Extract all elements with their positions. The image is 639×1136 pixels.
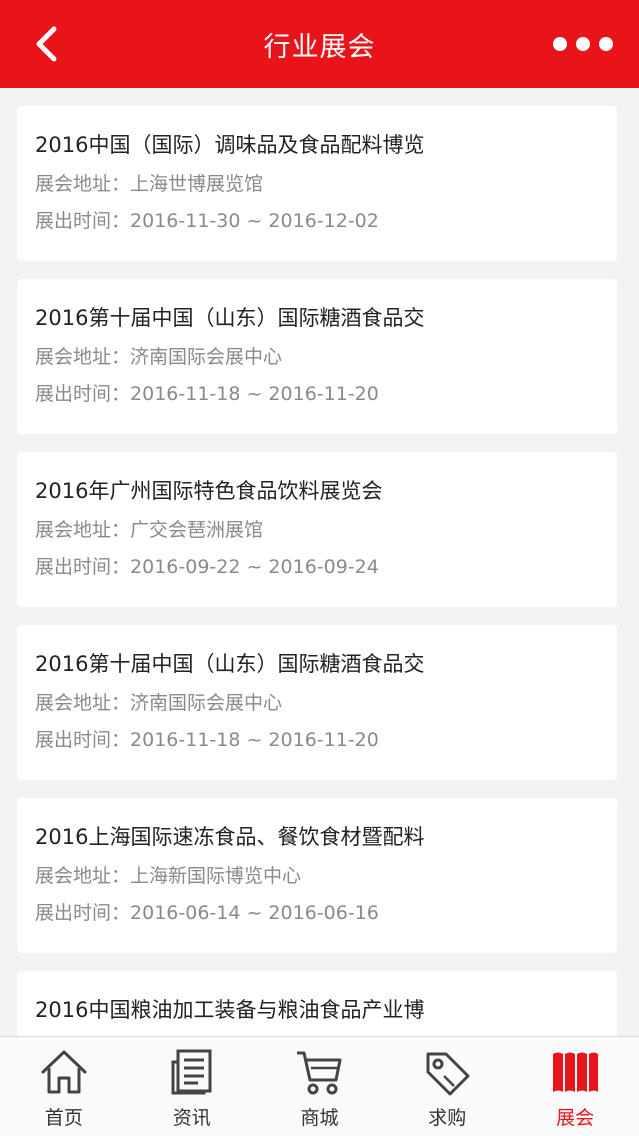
exhibition-time: 2016-11-18 ~ 2016-11-20 <box>130 729 379 751</box>
exhibition-name: 2016中国（国际）调味品及食品配料博览 <box>35 133 425 157</box>
tab-exhibition[interactable]: 展会 <box>511 1037 639 1136</box>
bottom-tab-bar: 首页 资讯 商城 求购 展会 <box>0 1036 639 1136</box>
exhibition-address: 济南国际会展中心 <box>130 346 283 368</box>
exhibition-address: 上海新国际博览中心 <box>130 865 302 887</box>
exhibition-time: 2016-06-14 ~ 2016-06-16 <box>130 902 379 924</box>
address-label: 展会地址： <box>35 346 131 368</box>
more-dots-icon <box>576 37 590 51</box>
exhibition-address: 广交会琶洲展馆 <box>130 519 264 541</box>
exhibition-address-row: 展会地址：济南国际会展中心 <box>35 685 617 722</box>
tab-label: 展会 <box>556 1107 595 1129</box>
address-label: 展会地址： <box>35 519 131 541</box>
home-icon <box>38 1047 90 1097</box>
exhibition-time-row: 展出时间：2016-06-14 ~ 2016-06-16 <box>35 895 617 932</box>
tab-label: 求购 <box>428 1107 467 1129</box>
exhibition-address: 济南国际会展中心 <box>130 692 283 714</box>
exhibition-list[interactable]: 2016中国（国际）调味品及食品配料博览 展会地址：上海世博展览馆 展出时间：2… <box>0 88 639 1036</box>
exhibition-time-row: 展出时间：2016-11-18 ~ 2016-11-20 <box>35 722 617 759</box>
top-nav-bar: 行业展会 <box>0 0 639 88</box>
address-label: 展会地址： <box>35 173 131 195</box>
chevron-left-icon <box>36 26 57 62</box>
exhibition-name: 2016第十届中国（山东）国际糖酒食品交 <box>35 306 425 330</box>
more-button[interactable] <box>553 22 613 66</box>
news-icon <box>166 1047 218 1097</box>
tab-label: 商城 <box>300 1107 339 1129</box>
more-dots-icon <box>553 37 567 51</box>
address-label: 展会地址： <box>35 692 131 714</box>
tab-label: 资讯 <box>172 1107 211 1129</box>
exhibition-address-row: 展会地址：上海世博展览馆 <box>35 166 617 203</box>
exhibition-time: 2016-11-18 ~ 2016-11-20 <box>130 383 379 405</box>
more-dots-icon <box>599 37 613 51</box>
exhibition-time-row: 展出时间：2016-11-30 ~ 2016-12-02 <box>35 203 617 240</box>
back-button[interactable] <box>26 22 66 66</box>
exhibition-address-row: 展会地址：济南国际会展中心 <box>35 339 617 376</box>
exhibition-time: 2016-11-30 ~ 2016-12-02 <box>130 210 379 232</box>
exhibition-name: 2016中国粮油加工装备与粮油食品产业博 <box>35 998 425 1022</box>
tab-label: 首页 <box>44 1107 83 1129</box>
exhibition-card[interactable]: 2016上海国际速冻食品、餐饮食材暨配料 展会地址：上海新国际博览中心 展出时间… <box>17 798 617 953</box>
time-label: 展出时间： <box>35 210 131 232</box>
exhibition-time-row: 展出时间：2016-09-22 ~ 2016-09-24 <box>35 549 617 586</box>
exhibition-card[interactable]: 2016第十届中国（山东）国际糖酒食品交 展会地址：济南国际会展中心 展出时间：… <box>17 625 617 780</box>
time-label: 展出时间： <box>35 383 131 405</box>
exhibition-time-row: 展出时间：2016-11-18 ~ 2016-11-20 <box>35 376 617 413</box>
time-label: 展出时间： <box>35 902 131 924</box>
tab-purchase[interactable]: 求购 <box>383 1037 511 1136</box>
exhibition-time: 2016-09-22 ~ 2016-09-24 <box>130 556 379 578</box>
tag-icon <box>421 1047 473 1097</box>
cart-icon <box>293 1047 345 1097</box>
tab-mall[interactable]: 商城 <box>256 1037 384 1136</box>
exhibition-card[interactable]: 2016中国粮油加工装备与粮油食品产业博 展会地址： <box>17 971 617 1036</box>
tab-news[interactable]: 资讯 <box>128 1037 256 1136</box>
exhibition-address-row: 展会地址：广交会琶洲展馆 <box>35 512 617 549</box>
exhibition-address: 上海世博展览馆 <box>130 173 264 195</box>
tab-home[interactable]: 首页 <box>0 1037 128 1136</box>
exhibition-name: 2016上海国际速冻食品、餐饮食材暨配料 <box>35 825 425 849</box>
exhibition-address-row: 展会地址：上海新国际博览中心 <box>35 858 617 895</box>
exhibition-card[interactable]: 2016中国（国际）调味品及食品配料博览 展会地址：上海世博展览馆 展出时间：2… <box>17 106 617 261</box>
exhibition-card[interactable]: 2016第十届中国（山东）国际糖酒食品交 展会地址：济南国际会展中心 展出时间：… <box>17 279 617 434</box>
exhibition-name: 2016年广州国际特色食品饮料展览会 <box>35 479 383 503</box>
exhibition-name: 2016第十届中国（山东）国际糖酒食品交 <box>35 652 425 676</box>
exhibition-card[interactable]: 2016年广州国际特色食品饮料展览会 展会地址：广交会琶洲展馆 展出时间：201… <box>17 452 617 607</box>
page-title: 行业展会 <box>263 31 376 63</box>
time-label: 展出时间： <box>35 556 131 578</box>
address-label: 展会地址： <box>35 865 131 887</box>
time-label: 展出时间： <box>35 729 131 751</box>
exhibition-icon <box>549 1047 601 1097</box>
